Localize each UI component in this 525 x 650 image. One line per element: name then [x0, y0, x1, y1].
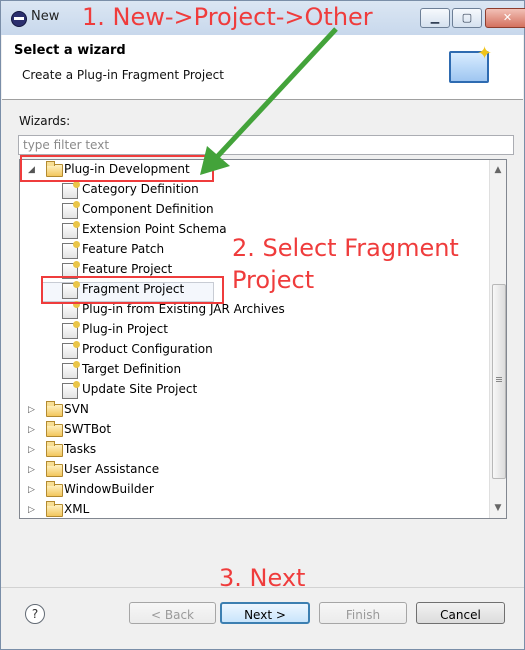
- tree-item-label: Tasks: [64, 442, 97, 456]
- plugin-project-icon: [62, 321, 80, 339]
- folder-icon: [46, 501, 63, 517]
- header-description: Create a Plug-in Fragment Project: [22, 68, 224, 82]
- next-button[interactable]: Next >: [220, 602, 310, 624]
- collapse-arrow-icon[interactable]: ▷: [28, 505, 38, 515]
- filter-input[interactable]: [18, 135, 514, 155]
- annotation-step2-line1: 2. Select Fragment: [232, 234, 459, 262]
- finish-button[interactable]: Finish: [319, 602, 407, 624]
- target-definition-icon: [62, 361, 80, 379]
- folder-icon: [46, 441, 63, 457]
- annotation-step2: 2. Select Fragment Project: [232, 232, 459, 296]
- button-bar: ? < Back Next > Finish Cancel: [1, 587, 524, 648]
- annotation-box-plugin-development: [20, 155, 214, 182]
- feature-patch-icon: [62, 241, 80, 259]
- tree-item-label: Feature Project: [82, 262, 173, 276]
- tree-scrollbar[interactable]: ▲ ▼: [489, 160, 506, 518]
- folder-icon: [46, 401, 63, 417]
- tree-item-label: Plug-in from Existing JAR Archives: [82, 302, 285, 316]
- tree-item-label: SVN: [64, 402, 89, 416]
- tree-item-label: User Assistance: [64, 462, 160, 476]
- annotation-step3: 3. Next: [219, 564, 306, 592]
- window-title: New: [31, 9, 60, 24]
- plugin-jar-icon: [62, 301, 80, 319]
- collapse-arrow-icon[interactable]: ▷: [28, 425, 38, 435]
- tree-item-label: SWTBot: [64, 422, 112, 436]
- new-wizard-window: New ▁ ▢ ✕ Select a wizard Create a Plug-…: [0, 0, 525, 650]
- scroll-up-icon[interactable]: ▲: [492, 164, 504, 176]
- wizard-banner-icon: ✦: [449, 43, 493, 87]
- tree-item-label: WindowBuilder: [64, 482, 154, 496]
- tree-item-label: Category Definition: [82, 182, 199, 196]
- wizard-header: Select a wizard Create a Plug-in Fragmen…: [2, 35, 523, 100]
- folder-icon: [46, 421, 63, 437]
- folder-icon: [46, 461, 63, 477]
- tree-item-label: Extension Point Schema: [82, 222, 227, 236]
- scroll-down-icon[interactable]: ▼: [492, 502, 504, 514]
- eclipse-icon: [11, 11, 27, 27]
- tree-item-label: Product Configuration: [82, 342, 213, 356]
- collapse-arrow-icon[interactable]: ▷: [28, 405, 38, 415]
- tree-item-label: Target Definition: [82, 362, 182, 376]
- back-button[interactable]: < Back: [129, 602, 216, 624]
- help-icon[interactable]: ?: [25, 604, 45, 624]
- folder-icon: [46, 481, 63, 497]
- annotation-step1: 1. New->Project->Other: [82, 3, 373, 31]
- tree-item-label: XML: [64, 502, 90, 516]
- product-configuration-icon: [62, 341, 80, 359]
- extension-point-schema-icon: [62, 221, 80, 239]
- wizard-tree: ◢ Plug-in Development Category Definitio…: [19, 159, 507, 519]
- annotation-step2-line2: Project: [232, 266, 315, 294]
- minimize-button[interactable]: ▁: [420, 8, 450, 28]
- maximize-button[interactable]: ▢: [452, 8, 482, 28]
- tree-item-label: Component Definition: [82, 202, 214, 216]
- update-site-icon: [62, 381, 80, 399]
- header-title: Select a wizard: [14, 43, 126, 58]
- tree-item-label: Plug-in Project: [82, 322, 168, 336]
- tree-item-label: Feature Patch: [82, 242, 165, 256]
- collapse-arrow-icon[interactable]: ▷: [28, 485, 38, 495]
- category-definition-icon: [62, 181, 80, 199]
- scrollbar-thumb[interactable]: [492, 284, 506, 479]
- collapse-arrow-icon[interactable]: ▷: [28, 465, 38, 475]
- close-button[interactable]: ✕: [485, 8, 525, 28]
- component-definition-icon: [62, 201, 80, 219]
- cancel-button[interactable]: Cancel: [416, 602, 505, 624]
- wizards-label: Wizards:: [19, 114, 71, 128]
- annotation-box-fragment-project: [41, 276, 224, 304]
- tree-item-label: Update Site Project: [82, 382, 198, 396]
- collapse-arrow-icon[interactable]: ▷: [28, 445, 38, 455]
